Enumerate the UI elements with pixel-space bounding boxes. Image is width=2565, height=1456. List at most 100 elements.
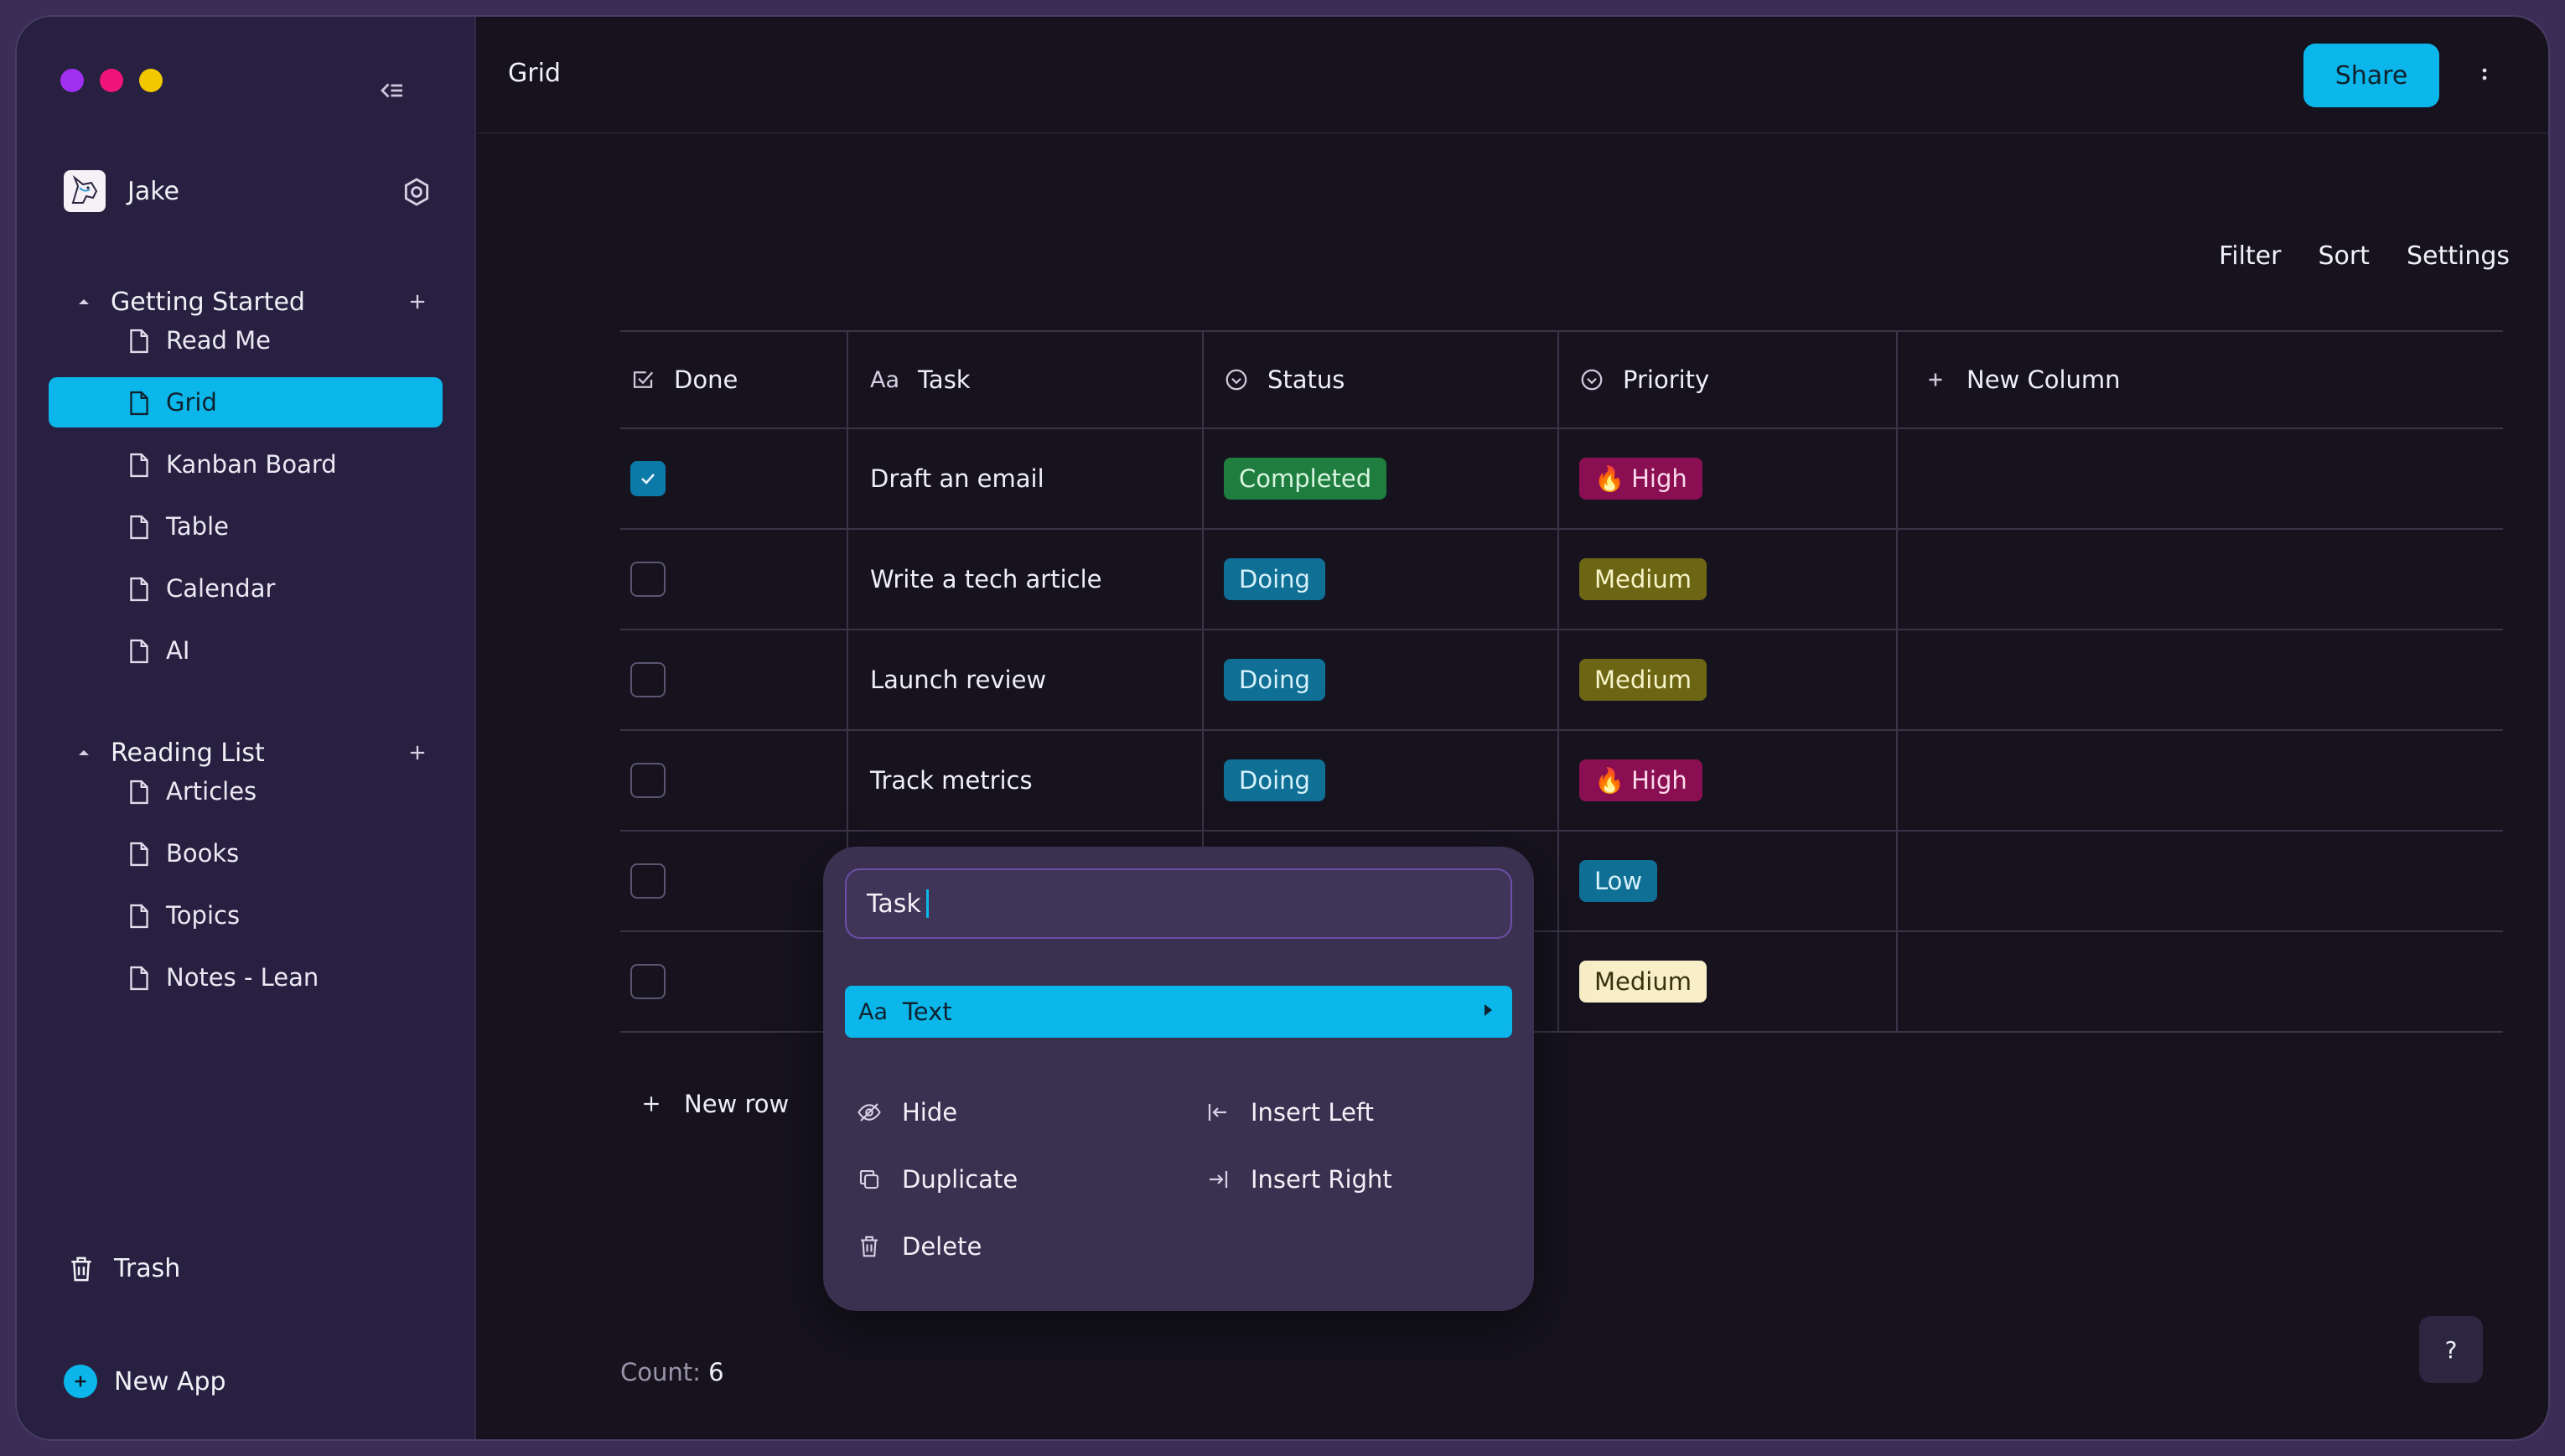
priority-cell[interactable]: Medium [1557,932,1896,1031]
task-cell[interactable]: Launch review [847,630,1202,729]
insert-left-button[interactable]: Insert Left [1205,1098,1374,1127]
document-icon [130,577,148,602]
done-cell[interactable] [620,731,847,830]
empty-cell[interactable] [1896,832,2503,930]
hide-column-button[interactable]: Hide [857,1098,957,1127]
new-row-button[interactable]: New row [640,1090,789,1118]
sidebar-item-notes-lean[interactable]: Notes - Lean [49,952,443,1003]
insert-right-button[interactable]: Insert Right [1205,1165,1392,1194]
done-cell[interactable] [620,630,847,729]
collapse-sidebar-icon[interactable] [377,75,407,106]
column-type-selector[interactable]: Aa Text [845,986,1512,1038]
empty-cell[interactable] [1896,429,2503,528]
check-icon [641,474,655,484]
section-label: Reading List [111,738,265,768]
column-header-status[interactable]: Status [1202,332,1557,427]
document-icon [130,391,148,416]
user-profile[interactable]: Jake [64,168,433,215]
priority-cell[interactable]: Medium [1557,630,1896,729]
menu-item-label: Hide [902,1098,958,1127]
delete-column-button[interactable]: Delete [857,1232,982,1261]
status-tag: Doing [1224,759,1325,801]
done-checkbox[interactable] [630,863,666,899]
done-checkbox-checked[interactable] [630,461,666,496]
status-cell[interactable]: Doing [1202,530,1557,629]
minimize-window-dot[interactable] [100,69,123,92]
priority-label: High [1631,464,1687,493]
done-checkbox[interactable] [630,763,666,798]
caret-up-icon[interactable] [75,744,92,761]
status-cell[interactable]: Completed [1202,429,1557,528]
priority-cell[interactable]: Low [1557,832,1896,930]
more-options-icon[interactable] [2469,60,2500,91]
add-page-plus-icon[interactable] [406,290,429,313]
done-checkbox[interactable] [630,964,666,999]
help-button[interactable]: ? [2419,1316,2483,1383]
document-icon [130,453,148,478]
sidebar-item-read-me[interactable]: Read Me [49,315,443,365]
close-window-dot[interactable] [60,69,84,92]
empty-cell[interactable] [1896,731,2503,830]
new-app-button[interactable]: New App [64,1365,226,1398]
column-type-label: Text [903,997,952,1026]
column-header-priority[interactable]: Priority [1557,332,1896,427]
trash-button[interactable]: Trash [69,1254,180,1283]
sidebar-item-books[interactable]: Books [49,828,443,878]
table-row[interactable]: Write a tech article Doing Medium [620,530,2503,630]
table-row[interactable]: Draft an email Completed 🔥 High [620,429,2503,530]
settings-button[interactable]: Settings [2407,241,2510,271]
empty-cell[interactable] [1896,630,2503,729]
sidebar-item-ai[interactable]: AI [49,625,443,676]
duplicate-column-button[interactable]: Duplicate [857,1165,1018,1194]
empty-cell[interactable] [1896,932,2503,1031]
count-value: 6 [708,1358,724,1386]
done-cell[interactable] [620,429,847,528]
window-controls [60,69,163,92]
task-text: Write a tech article [870,565,1102,593]
empty-cell[interactable] [1896,530,2503,629]
share-button[interactable]: Share [2303,44,2439,107]
new-column-button[interactable]: New Column [1896,332,2503,427]
done-checkbox[interactable] [630,562,666,597]
column-header-done[interactable]: Done [620,332,847,427]
done-cell[interactable] [620,932,847,1031]
filter-button[interactable]: Filter [2219,241,2281,271]
document-icon [130,515,148,540]
sidebar-item-label: Table [166,512,229,541]
column-label: Done [674,365,738,394]
table-row[interactable]: Launch review Doing Medium [620,630,2503,731]
status-cell[interactable]: Doing [1202,731,1557,830]
task-cell[interactable]: Write a tech article [847,530,1202,629]
eye-off-icon [858,1103,881,1122]
sidebar-item-kanban-board[interactable]: Kanban Board [49,439,443,490]
column-header-task[interactable]: Aa Task [847,332,1202,427]
select-type-icon [1226,369,1247,391]
avatar [64,170,106,212]
done-cell[interactable] [620,832,847,930]
priority-tag: Low [1579,860,1658,902]
sidebar-item-label: Books [166,839,240,868]
done-checkbox[interactable] [630,662,666,697]
done-cell[interactable] [620,530,847,629]
sidebar-item-grid[interactable]: Grid [49,377,443,427]
sort-button[interactable]: Sort [2318,241,2370,271]
sidebar-item-topics[interactable]: Topics [49,890,443,940]
column-name-input[interactable]: Task [845,868,1512,939]
status-cell[interactable]: Doing [1202,630,1557,729]
sidebar-item-articles[interactable]: Articles [49,766,443,816]
settings-gear-icon[interactable] [401,176,433,208]
table-row[interactable]: Track metrics Doing 🔥 High [620,731,2503,832]
task-cell[interactable]: Track metrics [847,731,1202,830]
sidebar-item-label: Articles [166,777,257,806]
task-cell[interactable]: Draft an email [847,429,1202,528]
text-cursor [925,889,929,918]
priority-cell[interactable]: Medium [1557,530,1896,629]
sidebar-item-calendar[interactable]: Calendar [49,563,443,614]
caret-up-icon[interactable] [75,293,92,310]
add-page-plus-icon[interactable] [406,741,429,764]
sidebar-item-table[interactable]: Table [49,501,443,552]
maximize-window-dot[interactable] [139,69,163,92]
priority-cell[interactable]: 🔥 High [1557,731,1896,830]
priority-cell[interactable]: 🔥 High [1557,429,1896,528]
unicorn-avatar-icon [71,174,98,204]
